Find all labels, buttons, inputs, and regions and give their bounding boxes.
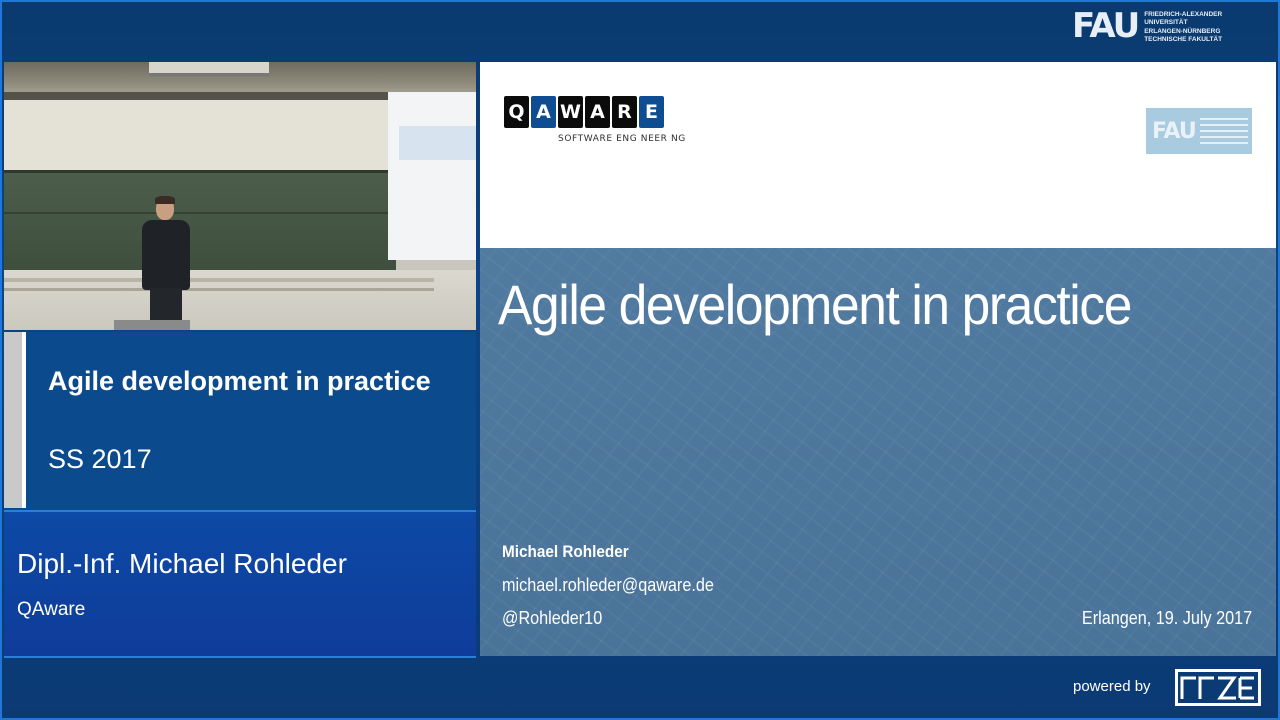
fau-wordmark: FAU bbox=[1072, 6, 1140, 46]
video-rail bbox=[4, 278, 434, 282]
qaware-logo-subtitle: SOFTWARE ENG NEER NG bbox=[558, 134, 686, 144]
qaware-letter-a: A bbox=[531, 96, 556, 128]
slide-fau-logo: FAU bbox=[1146, 108, 1252, 154]
qaware-letter-r: R bbox=[612, 96, 637, 128]
fau-logo-text: FRIEDRICH-ALEXANDER UNIVERSITÄT ERLANGEN… bbox=[1144, 11, 1223, 44]
lecture-title-panel bbox=[4, 332, 476, 510]
video-speaker-hair bbox=[155, 196, 175, 204]
lecture-title: Agile development in practice bbox=[48, 366, 431, 396]
slide-fau-logo-text-lines bbox=[1199, 118, 1248, 144]
title-accent-bar bbox=[4, 332, 26, 508]
slide-title: Agile development in practice bbox=[498, 273, 1132, 336]
rrze-logo-icon bbox=[1175, 669, 1261, 706]
presentation-slide[interactable]: Q A W A R E SOFTWARE ENG NEER NG FAU Agi… bbox=[480, 62, 1276, 656]
slide-header bbox=[480, 62, 1276, 248]
video-chalkboard bbox=[4, 170, 396, 270]
video-speaker-body bbox=[142, 220, 190, 290]
fau-logo: FAU FRIEDRICH-ALEXANDER UNIVERSITÄT ERLA… bbox=[1072, 6, 1242, 54]
speaker-panel bbox=[4, 512, 476, 656]
video-rail-lower bbox=[4, 288, 434, 291]
lecture-video[interactable] bbox=[4, 62, 476, 330]
lecture-semester: SS 2017 bbox=[48, 444, 152, 474]
slide-place-date: Erlangen, 19. July 2017 bbox=[1081, 608, 1252, 628]
qaware-letter-e: E bbox=[639, 96, 664, 128]
video-projection-content bbox=[399, 126, 476, 160]
video-projector bbox=[149, 62, 269, 76]
rrze-logo-glyph bbox=[1180, 676, 1254, 700]
video-projection-screen bbox=[388, 92, 476, 260]
qaware-letter-q: Q bbox=[504, 96, 529, 128]
qaware-letter-a2: A bbox=[585, 96, 610, 128]
divider-line-bottom bbox=[4, 656, 476, 658]
powered-by-label: powered by bbox=[1073, 678, 1151, 695]
slide-email: michael.rohleder@qaware.de bbox=[502, 575, 714, 595]
speaker-name: Dipl.-Inf. Michael Rohleder bbox=[17, 548, 347, 579]
video-chalkboard-line bbox=[4, 212, 396, 214]
slide-twitter-handle: @Rohleder10 bbox=[502, 608, 603, 628]
qaware-logo: Q A W A R E bbox=[504, 96, 664, 128]
slide-author: Michael Rohleder bbox=[502, 542, 629, 561]
speaker-affiliation: QAware bbox=[17, 599, 86, 620]
qaware-letter-w: W bbox=[558, 96, 583, 128]
slide-fau-wordmark: FAU bbox=[1152, 118, 1197, 144]
video-desk bbox=[114, 320, 190, 330]
